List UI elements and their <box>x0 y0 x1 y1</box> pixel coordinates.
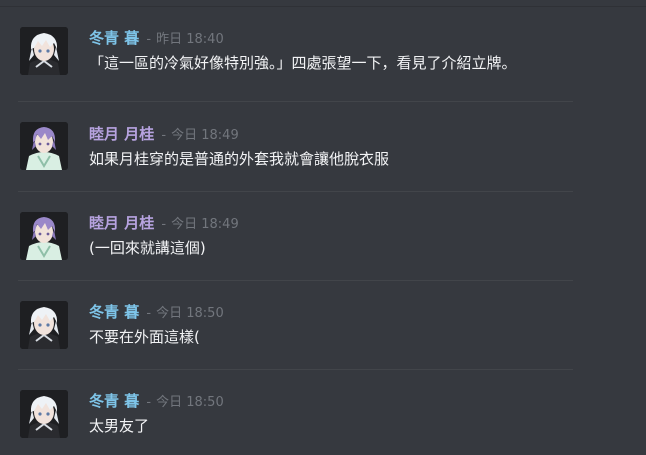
message-header: 冬青 暮 - 昨日 18:40 <box>89 28 224 48</box>
timestamp: 昨日 18:40 <box>156 32 224 47</box>
message-content: 如果月桂穿的是普通的外套我就會讓他脫衣服 <box>89 150 390 168</box>
header-separator: - <box>146 306 152 321</box>
message-header: 睦月 月桂 - 今日 18:49 <box>89 124 239 144</box>
top-border <box>0 6 646 7</box>
message: 冬青 暮 - 今日 18:50 不要在外面這樣( <box>0 280 646 370</box>
white-haired-avatar-icon[interactable] <box>20 27 68 75</box>
timestamp: 今日 18:49 <box>171 217 239 232</box>
chat-window: 冬青 暮 - 昨日 18:40 「這一區的冷氣好像特別強。」四處張望一下，看見了… <box>0 0 646 455</box>
username[interactable]: 睦月 月桂 <box>89 214 154 232</box>
message: 冬青 暮 - 昨日 18:40 「這一區的冷氣好像特別強。」四處張望一下，看見了… <box>0 12 646 102</box>
message-content: 「這一區的冷氣好像特別強。」四處張望一下，看見了介紹立牌。 <box>89 54 517 72</box>
message-header: 冬青 暮 - 今日 18:50 <box>89 391 224 411</box>
header-separator: - <box>161 128 167 143</box>
message-header: 冬青 暮 - 今日 18:50 <box>89 302 224 322</box>
purple-haired-avatar-icon[interactable] <box>20 212 68 260</box>
message: 睦月 月桂 - 今日 18:49 (一回來就講這個) <box>0 191 646 281</box>
username[interactable]: 冬青 暮 <box>89 303 139 321</box>
message-content: (一回來就講這個) <box>89 239 206 257</box>
header-separator: - <box>146 32 152 47</box>
username[interactable]: 冬青 暮 <box>89 29 139 47</box>
username[interactable]: 睦月 月桂 <box>89 125 154 143</box>
timestamp: 今日 18:50 <box>156 306 224 321</box>
message-content: 不要在外面這樣( <box>89 328 200 346</box>
message-header: 睦月 月桂 - 今日 18:49 <box>89 213 239 233</box>
message: 睦月 月桂 - 今日 18:49 如果月桂穿的是普通的外套我就會讓他脫衣服 <box>0 102 646 192</box>
message: 冬青 暮 - 今日 18:50 太男友了 <box>0 369 646 455</box>
username[interactable]: 冬青 暮 <box>89 392 139 410</box>
purple-haired-avatar-icon[interactable] <box>20 122 68 170</box>
timestamp: 今日 18:49 <box>171 128 239 143</box>
white-haired-avatar-icon[interactable] <box>20 301 68 349</box>
message-content: 太男友了 <box>89 417 150 435</box>
header-separator: - <box>146 395 152 410</box>
white-haired-avatar-icon[interactable] <box>20 390 68 438</box>
header-separator: - <box>161 217 167 232</box>
timestamp: 今日 18:50 <box>156 395 224 410</box>
